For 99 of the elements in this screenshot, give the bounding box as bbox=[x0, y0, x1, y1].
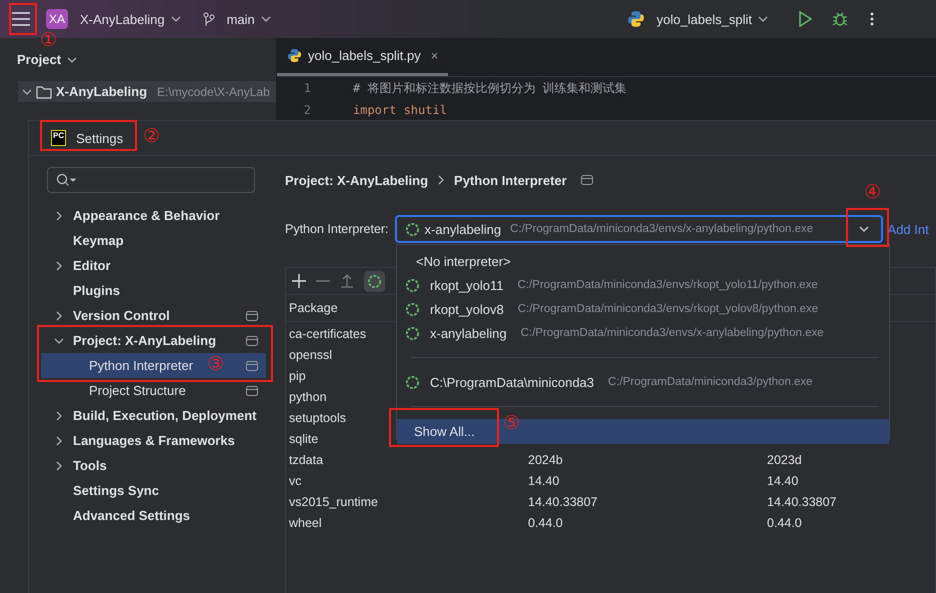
line-number: 1 bbox=[302, 81, 311, 95]
settings-nav-item[interactable]: Project: X-AnyLabeling bbox=[41, 328, 266, 353]
chevron-icon[interactable] bbox=[54, 260, 64, 270]
code-line: import shutil bbox=[353, 103, 447, 117]
spinner-icon bbox=[367, 274, 382, 288]
spinner-icon bbox=[405, 374, 420, 390]
chevron-icon bbox=[170, 16, 181, 22]
menu-item[interactable]: rkopt_yolov8 C:/ProgramData/miniconda3/envs/rkopt_yolov8/python.exe bbox=[397, 297, 889, 321]
spinner-icon bbox=[405, 302, 420, 316]
annotation-number: ⑤ bbox=[503, 414, 520, 433]
code-line: # 将图片和标注数据按比例切分为 训练集和测试集 bbox=[353, 80, 627, 96]
menu-item[interactable]: rkopt_yolo11 C:/ProgramData/miniconda3/envs/rkopt_yolo11/python.exe bbox=[397, 273, 889, 297]
annotation-number: ③ bbox=[207, 355, 224, 374]
settings-nav-item[interactable]: Languages & Frameworks bbox=[41, 428, 266, 453]
project-level-icon bbox=[580, 175, 593, 185]
search-icon bbox=[56, 173, 76, 187]
settings-nav-item[interactable]: Keymap bbox=[41, 228, 266, 253]
table-cell: python bbox=[289, 390, 327, 404]
table-cell: 0.44.0 bbox=[767, 516, 802, 530]
python-icon bbox=[626, 10, 645, 28]
chevron-icon[interactable] bbox=[54, 210, 64, 220]
spinner-icon bbox=[405, 278, 420, 292]
breadcrumb-item: Python Interpreter bbox=[454, 172, 567, 188]
more-icon[interactable] bbox=[870, 12, 874, 26]
add-interpreter-link[interactable]: Add Int bbox=[888, 222, 929, 236]
chevron-icon[interactable] bbox=[54, 436, 64, 446]
settings-nav-item[interactable]: Editor bbox=[41, 253, 266, 278]
chevron-icon bbox=[758, 16, 768, 22]
upgrade-icon[interactable] bbox=[340, 274, 354, 288]
chevron-icon[interactable] bbox=[22, 86, 32, 96]
highlight-frame bbox=[9, 3, 37, 35]
table-cell: vc bbox=[289, 474, 302, 488]
folder-name: X-AnyLabeling bbox=[56, 84, 148, 99]
settings-nav-item[interactable]: Version Control bbox=[41, 303, 266, 328]
settings-nav-item[interactable]: Settings Sync bbox=[41, 478, 266, 503]
branch-icon bbox=[202, 12, 215, 26]
chevron-icon[interactable] bbox=[54, 460, 64, 470]
table-cell: setuptools bbox=[289, 410, 346, 424]
settings-nav-item[interactable]: Build, Execution, Deployment bbox=[41, 403, 266, 428]
field-label: Python Interpreter: bbox=[285, 222, 389, 236]
settings-nav-item[interactable]: Project Structure bbox=[41, 378, 266, 403]
table-cell: 2024b bbox=[528, 452, 563, 466]
menu-item[interactable]: x-anylabeling C:/ProgramData/miniconda3/envs/x-anylabeling/python.exe bbox=[397, 321, 889, 345]
app-logo: PC bbox=[51, 130, 66, 146]
chevron-icon bbox=[260, 16, 271, 22]
close-icon[interactable]: × bbox=[430, 48, 438, 63]
table-cell: 14.40.33807 bbox=[767, 494, 837, 508]
line-number: 2 bbox=[302, 103, 311, 117]
add-icon[interactable] bbox=[292, 274, 306, 288]
highlight-frame bbox=[846, 208, 889, 247]
breadcrumb-item: Project: X-AnyLabeling bbox=[285, 172, 428, 188]
settings-nav-item[interactable]: Plugins bbox=[41, 278, 266, 303]
chevron-icon[interactable] bbox=[54, 310, 64, 320]
chevron-icon[interactable] bbox=[54, 410, 64, 420]
chevron-icon bbox=[438, 175, 444, 185]
menu-item[interactable]: Show All... bbox=[414, 424, 475, 439]
column-header[interactable]: Package bbox=[289, 301, 338, 315]
spinner-icon bbox=[404, 222, 420, 236]
dialog-title: Settings bbox=[76, 130, 124, 146]
table-cell: pip bbox=[289, 368, 306, 382]
annotation-number: ④ bbox=[864, 183, 882, 202]
interpreter-dropdown[interactable]: x-anylabeling C:/ProgramData/miniconda3/envs/x-anylabeling/python.exe bbox=[394, 215, 883, 243]
folder-icon bbox=[36, 84, 52, 98]
settings-nav-item[interactable]: Appearance & Behavior bbox=[41, 203, 266, 228]
annotation-number: ② bbox=[143, 127, 160, 146]
python-icon bbox=[287, 48, 302, 63]
workspace-selector[interactable]: X-AnyLabeling bbox=[76, 10, 185, 28]
chevron-icon bbox=[67, 56, 78, 62]
refresh-button[interactable] bbox=[364, 270, 385, 292]
table-cell: ca-certificates bbox=[289, 326, 366, 340]
table-cell: 0.44.0 bbox=[528, 516, 563, 530]
table-cell: 14.40.33807 bbox=[528, 494, 598, 508]
table-cell: 14.40 bbox=[767, 474, 798, 488]
run-config-selector[interactable]: yolo_labels_split bbox=[652, 10, 772, 28]
table-cell: 2023d bbox=[767, 452, 802, 466]
table-cell: wheel bbox=[289, 516, 322, 530]
menu-item[interactable]: C:\ProgramData\miniconda3 C:/ProgramData/miniconda3/python.exe bbox=[397, 370, 889, 394]
search-field[interactable] bbox=[47, 167, 255, 193]
branch-selector[interactable]: main bbox=[222, 10, 275, 28]
bug-icon[interactable] bbox=[832, 11, 848, 27]
project-badge: XA bbox=[46, 9, 68, 29]
menu-item[interactable]: <No interpreter> bbox=[397, 249, 889, 273]
table-cell: vs2015_runtime bbox=[289, 494, 378, 508]
annotation-number: ① bbox=[40, 31, 58, 50]
menu-icon[interactable] bbox=[12, 12, 30, 26]
folder-path: E:\mycode\X-AnyLab bbox=[157, 84, 270, 98]
settings-nav-item[interactable]: Advanced Settings bbox=[41, 503, 266, 528]
table-cell: tzdata bbox=[289, 452, 324, 466]
table-cell: 14.40 bbox=[528, 474, 560, 488]
tree-item[interactable]: X-AnyLabeling E:\mycode\X-AnyLab bbox=[18, 81, 276, 102]
chevron-icon[interactable] bbox=[858, 226, 869, 232]
file-tab[interactable]: yolo_labels_split.py × bbox=[277, 38, 448, 76]
chevron-icon[interactable] bbox=[54, 336, 64, 346]
spinner-icon bbox=[405, 326, 420, 340]
settings-nav-item[interactable]: Tools bbox=[41, 453, 266, 478]
run-icon[interactable] bbox=[798, 11, 812, 27]
table-cell: sqlite bbox=[289, 432, 318, 446]
table-cell: openssl bbox=[289, 348, 332, 362]
tab-label: yolo_labels_split.py bbox=[308, 48, 421, 63]
